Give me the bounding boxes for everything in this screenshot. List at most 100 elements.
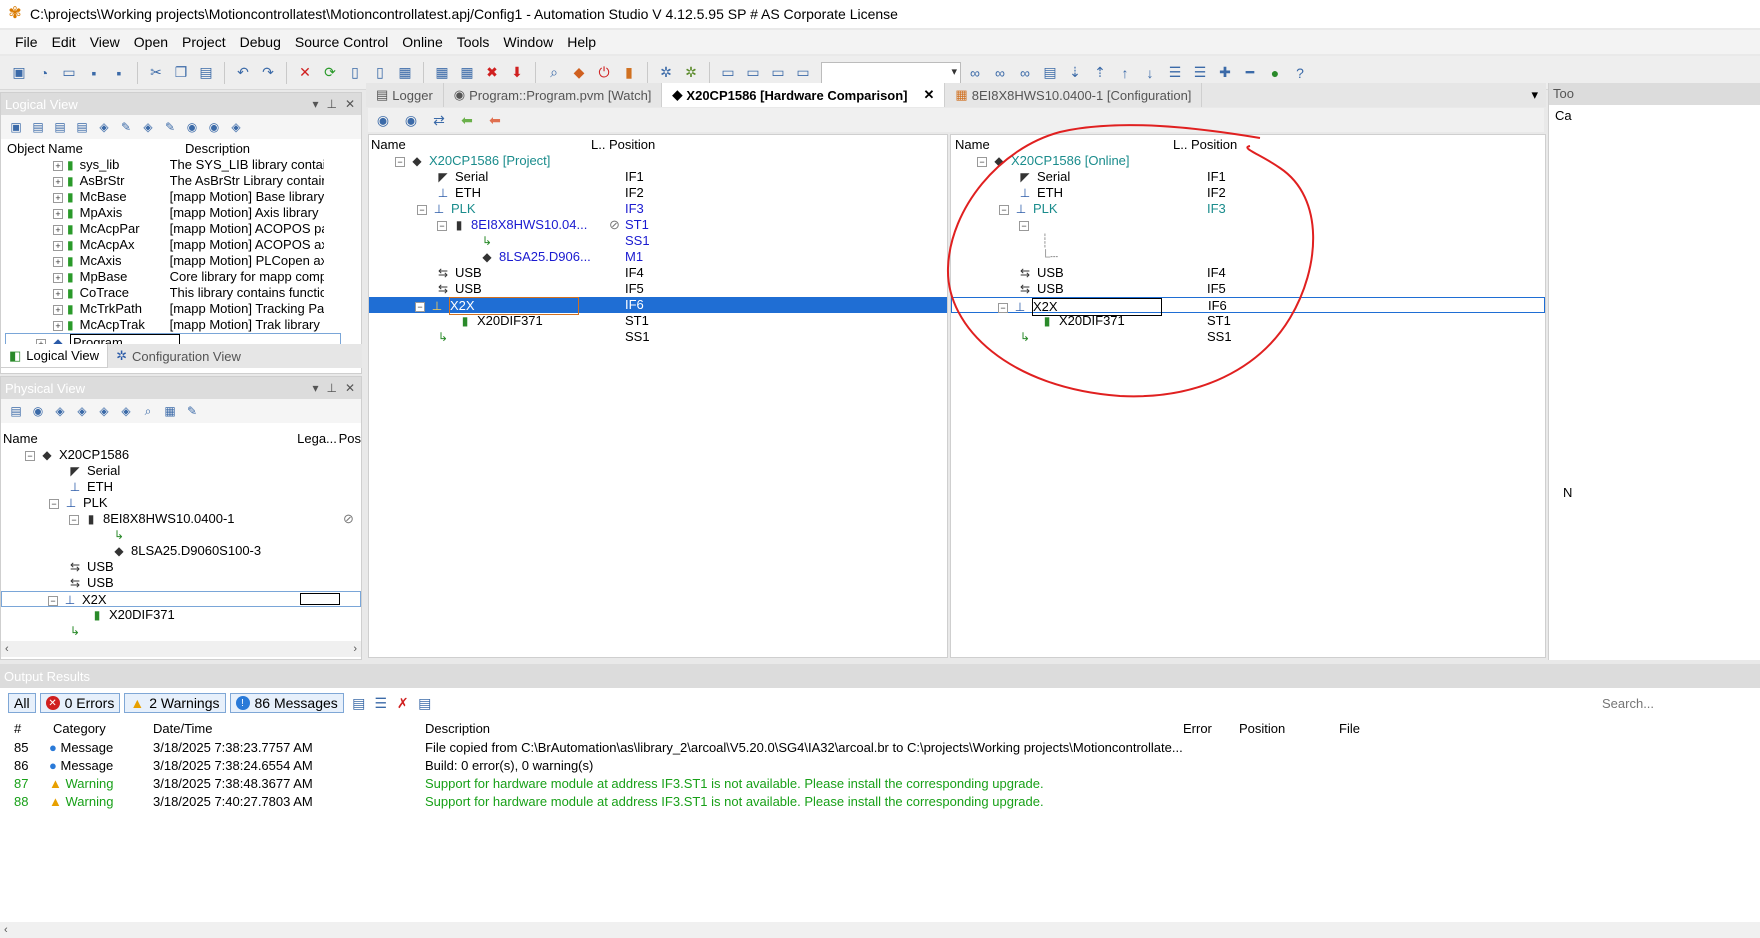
- tree-row[interactable]: ↳ SS1: [369, 233, 947, 249]
- output-row[interactable]: 86 ● Message 3/18/2025 7:38:24.6554 AM B…: [0, 756, 1760, 774]
- debug-icon[interactable]: ✲: [680, 62, 702, 84]
- arrow-down-icon[interactable]: ↓: [1139, 62, 1161, 84]
- col-file[interactable]: File: [1339, 721, 1360, 736]
- tab-hardware-comparison[interactable]: ◆ X20CP1586 [Hardware Comparison] ✕: [662, 83, 946, 107]
- tree-row[interactable]: ◆ 8LSA25.D9060S100-3: [1, 543, 361, 559]
- expand-icon[interactable]: +: [53, 176, 63, 187]
- close-icon[interactable]: ✕: [345, 97, 355, 111]
- list-icon[interactable]: ☰: [1164, 62, 1186, 84]
- output-search-input[interactable]: [1602, 693, 1752, 713]
- toolbox-tab[interactable]: Too: [1549, 83, 1760, 105]
- tree-row[interactable]: ▮ X20DIF371: [1, 607, 361, 623]
- print-icon[interactable]: ▤: [1039, 62, 1061, 84]
- tool-icon[interactable]: ▤: [7, 402, 25, 420]
- expand-icon[interactable]: +: [53, 240, 63, 251]
- expand-icon[interactable]: +: [53, 256, 63, 267]
- tree-row-x2x-selected[interactable]: − ⊥ X2X IF6: [369, 297, 947, 315]
- tree-row[interactable]: ⊥ ETH: [1, 479, 361, 495]
- menu-help[interactable]: Help: [560, 34, 603, 50]
- tool-icon[interactable]: ◉: [183, 118, 201, 136]
- add-icon[interactable]: ✚: [1214, 62, 1236, 84]
- folder-icon[interactable]: ▭: [58, 62, 80, 84]
- tool-icon[interactable]: ◈: [51, 402, 69, 420]
- list-icon[interactable]: ☰: [1189, 62, 1211, 84]
- comment-icon[interactable]: ▭: [767, 62, 789, 84]
- dropdown-icon[interactable]: ▾: [312, 381, 318, 395]
- arrow-left-icon[interactable]: ⬅: [484, 109, 506, 131]
- tree-row-library[interactable]: + ▮ sys_lib The SYS_LIB library contains: [7, 157, 361, 173]
- help-icon[interactable]: ?: [1289, 62, 1311, 84]
- col-object-name[interactable]: Object Name: [7, 141, 185, 156]
- grid-icon[interactable]: ▦: [456, 62, 478, 84]
- tool-icon[interactable]: ◈: [117, 402, 135, 420]
- tree-row[interactable]: ◤ Serial: [1, 463, 361, 479]
- tree-row[interactable]: ⇆ USB: [1, 559, 361, 575]
- close-icon[interactable]: ✕: [345, 381, 355, 395]
- col-name[interactable]: Name: [3, 431, 297, 446]
- output-filter-icon[interactable]: ✗: [392, 692, 414, 714]
- tab-list-icon[interactable]: ▾: [1523, 83, 1546, 107]
- signal-icon[interactable]: ▮: [618, 62, 640, 84]
- pin-icon[interactable]: ⊥: [326, 97, 336, 111]
- output-row[interactable]: 87 ▲ Warning 3/18/2025 7:38:48.3677 AM S…: [0, 774, 1760, 792]
- output-row[interactable]: 88 ▲ Warning 3/18/2025 7:40:27.7803 AM S…: [0, 792, 1760, 810]
- window-icon[interactable]: ▭: [717, 62, 739, 84]
- tool-icon[interactable]: ◈: [227, 118, 245, 136]
- tab-logical-view[interactable]: ◧ Logical View: [0, 344, 109, 368]
- output-wrap-icon[interactable]: ▤: [414, 692, 436, 714]
- menu-file[interactable]: File: [8, 34, 45, 50]
- output-tool-icon[interactable]: ▤: [348, 692, 370, 714]
- delete-icon[interactable]: ✕: [294, 62, 316, 84]
- menu-window[interactable]: Window: [496, 34, 560, 50]
- output-hscroll[interactable]: ‹: [0, 922, 1760, 938]
- col-category[interactable]: Category: [53, 721, 153, 736]
- dropdown-icon[interactable]: ▾: [312, 97, 318, 111]
- expand-icon[interactable]: +: [53, 272, 63, 283]
- tree-row-library[interactable]: + ▮ McAxis [mapp Motion] PLCopen axis: [7, 253, 361, 269]
- collapse-icon[interactable]: −: [437, 220, 447, 231]
- power-icon[interactable]: ⏻: [593, 62, 615, 84]
- globe-icon[interactable]: ●: [1264, 62, 1286, 84]
- filter-warnings-button[interactable]: ▲ 2 Warnings: [124, 693, 226, 713]
- tree-row[interactable]: ⇆ USB IF5: [369, 281, 947, 297]
- download-icon[interactable]: ⬇: [506, 62, 528, 84]
- col-l[interactable]: L..: [591, 137, 609, 152]
- menu-debug[interactable]: Debug: [233, 34, 288, 50]
- tool-icon[interactable]: ✎: [183, 402, 201, 420]
- save-icon[interactable]: ▪: [83, 62, 105, 84]
- tree-row-library[interactable]: + ▮ McAcpAx [mapp Motion] ACOPOS axis: [7, 237, 361, 253]
- tool-icon[interactable]: ⌕: [139, 402, 157, 420]
- tab-configuration-view[interactable]: ✲ Configuration View: [108, 344, 249, 368]
- compare-icon[interactable]: ◉: [400, 109, 422, 131]
- tree-row[interactable]: ▮ X20DIF371 ST1: [369, 313, 947, 329]
- comment-icon[interactable]: ▭: [792, 62, 814, 84]
- sort-up-icon[interactable]: ⇡: [1089, 62, 1111, 84]
- compare-icon[interactable]: ◉: [372, 109, 394, 131]
- collapse-icon[interactable]: −: [49, 498, 59, 509]
- paste-icon[interactable]: ▤: [195, 62, 217, 84]
- tree-row[interactable]: ↳ SS1: [369, 329, 947, 345]
- calendar-icon[interactable]: ▦: [431, 62, 453, 84]
- comment-icon[interactable]: ▭: [742, 62, 764, 84]
- tool-icon[interactable]: ▣: [7, 118, 25, 136]
- tool-icon[interactable]: ◈: [95, 402, 113, 420]
- tree-row[interactable]: − ▮ 8EI8X8HWS10.04... ⊘ ST1: [369, 217, 947, 233]
- output-row[interactable]: 85 ● Message 3/18/2025 7:38:23.7757 AM F…: [0, 738, 1760, 756]
- menu-source-control[interactable]: Source Control: [288, 34, 395, 50]
- cut-icon[interactable]: ✂: [145, 62, 167, 84]
- menu-view[interactable]: View: [83, 34, 127, 50]
- sync-icon[interactable]: ⇄: [428, 109, 450, 131]
- open-icon[interactable]: ◔: [33, 62, 55, 84]
- tab-configuration[interactable]: ▦ 8EI8X8HWS10.0400-1 [Configuration]: [945, 83, 1203, 107]
- col-legacy[interactable]: Lega...: [297, 431, 338, 446]
- settings-icon[interactable]: ✲: [655, 62, 677, 84]
- tab-watch[interactable]: ◉ Program::Program.pvm [Watch]: [444, 83, 663, 107]
- build-icon[interactable]: ▦: [394, 62, 416, 84]
- col-name[interactable]: Name: [371, 137, 591, 152]
- document-icon[interactable]: ▯: [344, 62, 366, 84]
- tool-icon[interactable]: ◈: [73, 402, 91, 420]
- collapse-icon[interactable]: −: [415, 301, 425, 312]
- new-icon[interactable]: ▣: [8, 62, 30, 84]
- tree-row[interactable]: ⇆ USB: [1, 575, 361, 591]
- undo-icon[interactable]: ↶: [232, 62, 254, 84]
